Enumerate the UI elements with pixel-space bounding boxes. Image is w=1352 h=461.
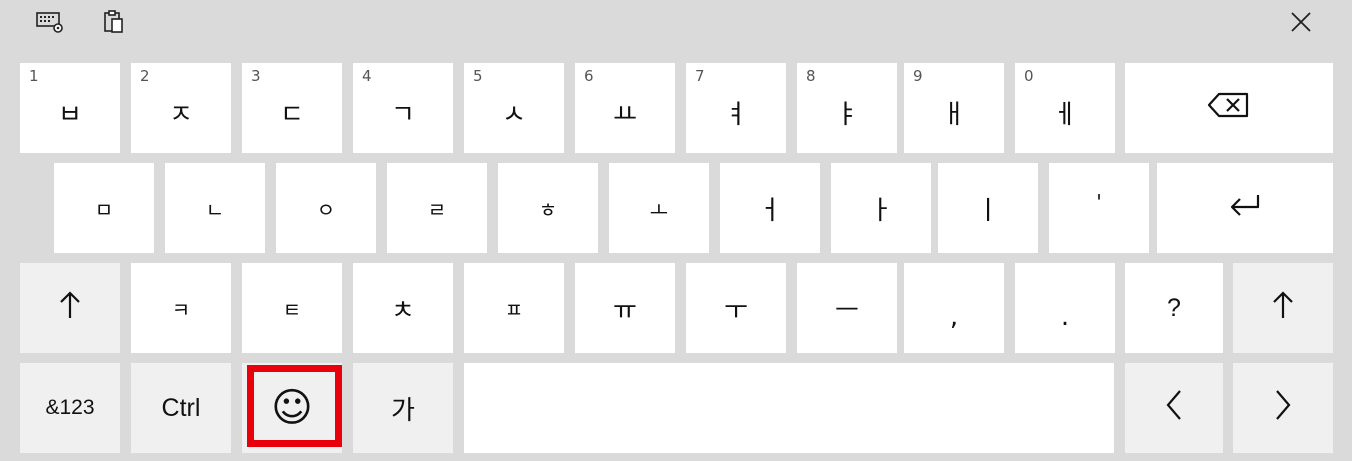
shift-arrow-icon (59, 290, 81, 327)
key-number-label: 7 (695, 67, 705, 85)
key-row3-10[interactable]: ? (1125, 263, 1223, 353)
key-row1-9[interactable]: 9 ㅐ (904, 63, 1004, 153)
key-label: ㅌ (282, 297, 302, 322)
key-label: ? (1167, 293, 1181, 322)
key-row2-9[interactable]: ㅣ (938, 163, 1038, 253)
key-label: ㅇ (316, 197, 336, 222)
key-row1-4[interactable]: 4 ㄱ (353, 63, 453, 153)
right-arrow-key[interactable] (1233, 363, 1333, 453)
emoji-key[interactable]: ☺ (242, 363, 342, 453)
key-label: ㅍ (504, 297, 524, 322)
right-arrow-icon (1273, 388, 1293, 429)
key-label: ㄱ (391, 99, 415, 130)
key-label: ㅓ (758, 195, 782, 226)
key-row3-3[interactable]: ㅊ (353, 263, 453, 353)
enter-icon (1228, 193, 1262, 224)
key-row1-1[interactable]: 1 ㅂ (20, 63, 120, 153)
backspace-key[interactable] (1125, 63, 1333, 153)
key-row2-1[interactable]: ㅁ (54, 163, 154, 253)
key-label: ㅜ (724, 295, 748, 326)
key-row3-4[interactable]: ㅍ (464, 263, 564, 353)
symbols-key[interactable]: &123 (20, 363, 120, 453)
key-label: ㅛ (613, 99, 637, 130)
key-row2-3[interactable]: ㅇ (276, 163, 376, 253)
key-row2-5[interactable]: ㅎ (498, 163, 598, 253)
key-row1-8[interactable]: 8 ㅑ (797, 63, 897, 153)
key-label: , (949, 302, 959, 332)
close-icon[interactable] (1285, 6, 1317, 38)
key-label: ㅊ (391, 295, 415, 326)
key-label: ㅁ (94, 197, 114, 222)
left-arrow-icon (1164, 388, 1184, 429)
language-key[interactable]: 가 (353, 363, 453, 453)
key-label: ㅏ (869, 195, 893, 226)
key-label: ㅕ (724, 99, 748, 130)
key-label: ㅔ (1053, 99, 1077, 130)
key-label: ㅈ (169, 99, 193, 130)
key-number-label: 8 (806, 67, 816, 85)
key-label: 가 (391, 395, 415, 426)
key-label: Ctrl (161, 393, 201, 422)
key-row3-7[interactable]: ㅡ (797, 263, 897, 353)
key-row1-5[interactable]: 5 ㅅ (464, 63, 564, 153)
backspace-icon (1207, 90, 1251, 127)
ctrl-key[interactable]: Ctrl (131, 363, 231, 453)
key-row2-6[interactable]: ㅗ (609, 163, 709, 253)
shift-arrow-icon (1272, 290, 1294, 327)
key-row2-7[interactable]: ㅓ (720, 163, 820, 253)
key-row3-8[interactable]: , (904, 263, 1004, 353)
key-number-label: 4 (362, 67, 372, 85)
key-row3-2[interactable]: ㅌ (242, 263, 342, 353)
key-row2-10[interactable]: ' (1049, 163, 1149, 253)
key-label: . (1060, 302, 1070, 332)
keyboard-toolbar (0, 0, 1352, 46)
key-row1-2[interactable]: 2 ㅈ (131, 63, 231, 153)
key-label: ㄴ (205, 197, 225, 222)
key-label: ㅣ (976, 195, 1000, 226)
key-label: ㅗ (649, 197, 669, 222)
enter-key[interactable] (1157, 163, 1333, 253)
key-number-label: 1 (29, 67, 39, 85)
key-label: ㅐ (942, 99, 966, 130)
key-label: ㅂ (58, 99, 82, 130)
key-row1-10[interactable]: 0 ㅔ (1015, 63, 1115, 153)
left-arrow-key[interactable] (1125, 363, 1223, 453)
key-label: ㅋ (171, 297, 191, 322)
key-row3-5[interactable]: ㅠ (575, 263, 675, 353)
key-number-label: 9 (913, 67, 923, 85)
key-row2-8[interactable]: ㅏ (831, 163, 931, 253)
keyboard-settings-icon[interactable] (34, 6, 66, 38)
shift-key-left[interactable] (20, 263, 120, 353)
key-number-label: 5 (473, 67, 483, 85)
key-row3-6[interactable]: ㅜ (686, 263, 786, 353)
space-key[interactable] (464, 363, 1114, 453)
key-number-label: 0 (1024, 67, 1034, 85)
key-row1-6[interactable]: 6 ㅛ (575, 63, 675, 153)
shift-key-right[interactable] (1233, 263, 1333, 353)
key-row2-4[interactable]: ㄹ (387, 163, 487, 253)
clipboard-icon[interactable] (98, 6, 130, 38)
key-number-label: 3 (251, 67, 261, 85)
key-label: ㅅ (502, 99, 526, 130)
key-label: ㅑ (835, 99, 859, 130)
key-label: ㄷ (280, 99, 304, 130)
key-row3-9[interactable]: . (1015, 263, 1115, 353)
key-label: ㄹ (427, 197, 447, 222)
key-row3-1[interactable]: ㅋ (131, 263, 231, 353)
key-label: ㅎ (538, 197, 558, 222)
key-number-label: 6 (584, 67, 594, 85)
key-label: ' (1096, 190, 1102, 214)
key-label: &123 (45, 396, 95, 419)
smiley-icon: ☺ (271, 385, 313, 431)
key-number-label: 2 (140, 67, 150, 85)
key-label: ㅠ (613, 295, 637, 326)
key-row2-2[interactable]: ㄴ (165, 163, 265, 253)
key-row1-3[interactable]: 3 ㄷ (242, 63, 342, 153)
key-row1-7[interactable]: 7 ㅕ (686, 63, 786, 153)
key-label: ㅡ (835, 295, 859, 326)
